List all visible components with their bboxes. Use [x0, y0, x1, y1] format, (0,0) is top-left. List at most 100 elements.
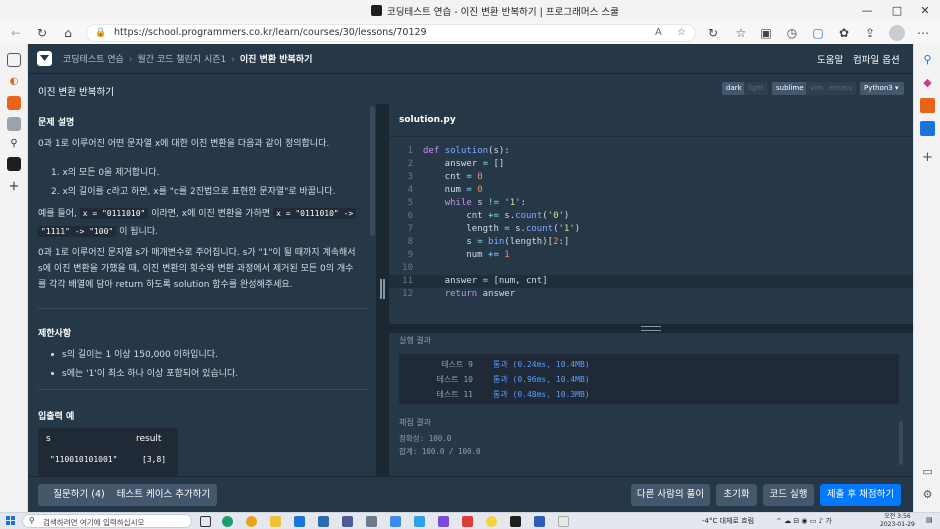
- app-icon-1[interactable]: ◐: [7, 75, 21, 89]
- explorer-taskbar-icon[interactable]: [270, 516, 281, 527]
- theme-light-button[interactable]: light: [744, 82, 768, 95]
- programmers-logo[interactable]: [37, 51, 52, 66]
- keymap-vim-button[interactable]: vim: [806, 82, 827, 95]
- tray-icons[interactable]: ⌃ ☁ ⊟ ◉ ▭ ♪ 가: [776, 516, 832, 526]
- back-icon[interactable]: ←: [8, 25, 24, 41]
- programmers-sidebar-icon[interactable]: [7, 157, 21, 171]
- code-line[interactable]: 8 s = bin(length)[2:]: [389, 236, 913, 249]
- result-splitter[interactable]: [389, 324, 913, 333]
- read-aloud-icon[interactable]: A: [655, 27, 662, 38]
- screenshot-icon[interactable]: ▢: [810, 25, 826, 41]
- tabs-icon[interactable]: [7, 53, 21, 67]
- code-text: s = bin(length)[2:]: [423, 237, 570, 247]
- app-taskbar-icon-6[interactable]: [342, 516, 353, 527]
- panel-splitter[interactable]: [376, 104, 389, 476]
- code-line[interactable]: 5 while s != '1':: [389, 197, 913, 210]
- favorites-icon[interactable]: ☆: [733, 25, 749, 41]
- bullet-icon: [51, 353, 54, 356]
- edge-taskbar-icon[interactable]: [222, 516, 233, 527]
- address-bar[interactable]: 🔒 https://school.programmers.co.kr/learn…: [86, 24, 696, 42]
- app-taskbar-icon-10[interactable]: [438, 516, 449, 527]
- extensions-icon[interactable]: ✿: [836, 25, 852, 41]
- extension-icon[interactable]: ↻: [705, 25, 721, 41]
- others-solutions-button[interactable]: 다른 사람의 풀이: [631, 484, 710, 506]
- home-icon[interactable]: ⌂: [60, 25, 76, 41]
- submit-button[interactable]: 제출 후 채점하기: [820, 484, 901, 506]
- description-scrollbar[interactable]: [370, 106, 375, 236]
- code-line[interactable]: 10: [389, 262, 913, 275]
- app-taskbar-icon-15[interactable]: [558, 516, 569, 527]
- reset-button[interactable]: 초기화: [716, 484, 757, 506]
- maximize-button[interactable]: □: [883, 2, 911, 20]
- taskbar-search-input[interactable]: ⚲ 검색하려면 여기에 입력하십시오: [22, 514, 192, 528]
- breadcrumb-item-challenge[interactable]: 월간 코드 챌린지 시즌1: [137, 55, 226, 65]
- keymap-sublime-button[interactable]: sublime: [772, 82, 808, 95]
- kakaotalk-taskbar-icon[interactable]: [486, 516, 497, 527]
- keymap-emacs-button[interactable]: emacs: [825, 82, 856, 95]
- code-line[interactable]: 4 num = 0: [389, 184, 913, 197]
- example-code-1: x = "0111010": [79, 208, 149, 219]
- example-paragraph: 예를 들어, x = "0111010" 이라면, x에 이진 변환을 가하면 …: [38, 205, 368, 241]
- close-window-button[interactable]: ✕: [911, 2, 939, 20]
- code-line[interactable]: 3 cnt = 0: [389, 171, 913, 184]
- app-taskbar-icon-7[interactable]: [366, 516, 377, 527]
- app-taskbar-icon-8[interactable]: [390, 516, 401, 527]
- code-line[interactable]: 7 length = s.count('1'): [389, 223, 913, 236]
- more-menu-icon[interactable]: ⋯: [915, 25, 931, 41]
- line-number: 9: [407, 250, 413, 260]
- mail-taskbar-icon[interactable]: [318, 516, 329, 527]
- code-line[interactable]: 11 answer = [num, cnt]: [389, 275, 913, 288]
- ask-question-button[interactable]: 질문하기 (4): [38, 484, 120, 506]
- task-view-icon[interactable]: [200, 516, 211, 527]
- favorite-add-icon[interactable]: ☆: [677, 27, 686, 38]
- collections-icon[interactable]: ▣: [758, 25, 774, 41]
- language-select[interactable]: Python3 ▾: [860, 82, 904, 95]
- breadcrumb-item-practice[interactable]: 코딩테스트 연습: [63, 55, 124, 65]
- code-editor[interactable]: 1 def solution(s): 2 answer = [] 3 cnt = 04…: [389, 136, 913, 324]
- search-icon: ⚲: [29, 516, 35, 525]
- office-icon[interactable]: [920, 98, 935, 113]
- word-taskbar-icon[interactable]: [534, 516, 545, 527]
- store-taskbar-icon[interactable]: [294, 516, 305, 527]
- code-line[interactable]: 9 num += 1: [389, 249, 913, 262]
- results-scrollbar[interactable]: [899, 421, 903, 465]
- settings-gear-icon[interactable]: ⚙: [920, 487, 935, 502]
- theme-dark-button[interactable]: dark: [722, 82, 746, 95]
- share-icon[interactable]: ⇪: [862, 25, 878, 41]
- notification-icon[interactable]: ▤: [926, 516, 933, 524]
- search-sidebar-icon[interactable]: ⚲: [920, 52, 935, 67]
- code-line[interactable]: 1 def solution(s):: [389, 145, 913, 158]
- splitter-grip-icon[interactable]: [380, 279, 385, 299]
- run-code-button[interactable]: 코드 실행: [763, 484, 814, 506]
- programmers-taskbar-icon[interactable]: [510, 516, 521, 527]
- profile-avatar[interactable]: [889, 25, 905, 41]
- test-results-list: 테스트 9 통과 (0.24ms, 10.4MB) 테스트 10 통과 (0.96m…: [399, 354, 899, 404]
- code-line[interactable]: 6 cnt += s.count('0'): [389, 210, 913, 223]
- section-title-limits: 제한사항: [38, 329, 72, 339]
- add-icon[interactable]: +: [920, 150, 935, 165]
- minimize-button[interactable]: —: [853, 2, 881, 20]
- shopping-icon[interactable]: ◆: [920, 75, 935, 90]
- help-link[interactable]: 도움말: [817, 52, 843, 66]
- app-taskbar-icon-11[interactable]: [462, 516, 473, 527]
- add-sidebar-icon[interactable]: +: [7, 180, 21, 194]
- compile-options-link[interactable]: 컴파일 옵션: [853, 52, 900, 66]
- weather-widget[interactable]: -4°C 대체로 흐림: [702, 516, 754, 526]
- add-testcase-button[interactable]: 테스트 케이스 추가하기: [110, 484, 217, 506]
- io-cell-s: "110010101001": [50, 455, 118, 464]
- code-line[interactable]: 2 answer = []: [389, 158, 913, 171]
- sidebar-hide-icon[interactable]: ▭: [920, 464, 935, 479]
- outlook-icon[interactable]: [920, 121, 935, 136]
- app-icon-3[interactable]: [7, 117, 21, 131]
- splitter-grip-icon[interactable]: [641, 326, 661, 331]
- windows-start-icon[interactable]: [6, 516, 16, 526]
- refresh-icon[interactable]: ↻: [34, 25, 50, 41]
- code-text: num = 0: [423, 185, 483, 195]
- app-icon-4[interactable]: ⚲: [7, 137, 21, 151]
- code-line[interactable]: 12 return answer: [389, 288, 913, 301]
- taskbar-clock[interactable]: 오전 3:56 2023-01-29: [880, 513, 915, 529]
- app-taskbar-icon-9[interactable]: [414, 516, 425, 527]
- chrome-taskbar-icon[interactable]: [246, 516, 257, 527]
- history-icon[interactable]: ◷: [784, 25, 800, 41]
- app-icon-2[interactable]: [7, 96, 21, 110]
